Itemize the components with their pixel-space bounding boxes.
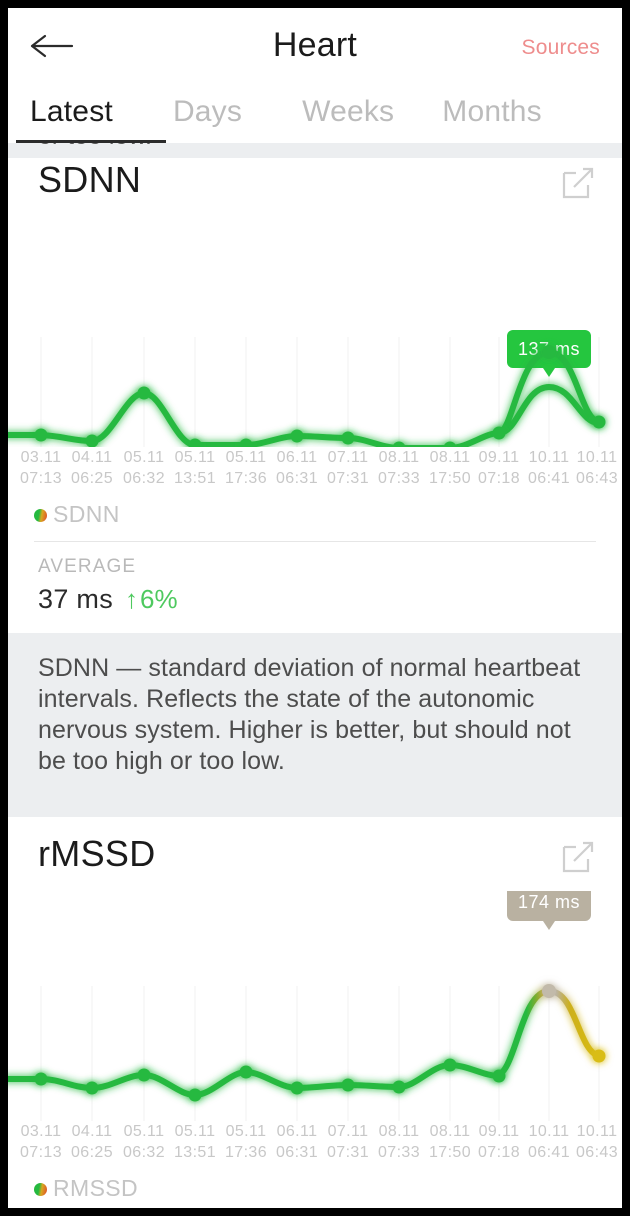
legend-color-dot-icon bbox=[34, 509, 47, 522]
sdnn-title: SDNN bbox=[38, 159, 142, 200]
app-screen: Heart Sources Latest Days Weeks Months o… bbox=[8, 8, 622, 1208]
arrow-up-icon: ↑ bbox=[125, 584, 139, 614]
rmssd-card: rMSSD 174 ms 03.11 07:13 04.11 06:25 05.… bbox=[8, 817, 622, 1208]
active-tab-indicator bbox=[16, 140, 166, 143]
sdnn-average-block: AVERAGE 37 ms ↑6% bbox=[8, 542, 622, 633]
sdnn-description: SDNN — standard deviation of normal hear… bbox=[8, 633, 622, 801]
rmssd-chart[interactable]: 174 ms bbox=[8, 891, 622, 1121]
open-in-new-icon[interactable] bbox=[560, 839, 596, 875]
navigation-bar: Heart Sources bbox=[8, 8, 622, 84]
sdnn-x-axis: 03.11 07:13 04.11 06:25 05.11 06:32 05.11 13… bbox=[8, 447, 622, 493]
sources-button[interactable]: Sources bbox=[522, 36, 600, 60]
rmssd-legend: RMSSD bbox=[8, 1167, 622, 1208]
svg-text:174 ms: 174 ms bbox=[518, 892, 580, 912]
sdnn-legend-label: SDNN bbox=[53, 501, 120, 527]
sdnn-average-label: AVERAGE bbox=[38, 556, 137, 577]
sdnn-legend: SDNN bbox=[8, 493, 622, 541]
sdnn-average-delta: ↑6% bbox=[125, 584, 178, 614]
tab-bar: Latest Days Weeks Months bbox=[8, 84, 622, 143]
x-tick: 10.11 06:43 bbox=[575, 449, 619, 487]
sdnn-average-value: 37 ms bbox=[38, 584, 114, 614]
sdnn-delta-value: 6% bbox=[140, 584, 178, 614]
rmssd-title: rMSSD bbox=[38, 833, 156, 874]
scroll-content[interactable]: SDNN 137 ms 03.11 07:13 04.11 06:25 05.1… bbox=[8, 143, 622, 1208]
rmssd-x-axis: 03.11 07:13 04.11 06:25 05.11 06:32 05.11 13… bbox=[8, 1121, 622, 1167]
section-gap bbox=[8, 801, 622, 817]
rmssd-legend-label: RMSSD bbox=[53, 1175, 139, 1201]
sdnn-average-row: 37 ms ↑6% bbox=[38, 584, 622, 615]
x-tick: 10.11 06:43 bbox=[575, 1123, 619, 1161]
rmssd-card-header: rMSSD bbox=[8, 817, 622, 891]
sdnn-card: SDNN 137 ms 03.11 07:13 04.11 06:25 05.1… bbox=[8, 143, 622, 633]
open-in-new-icon[interactable] bbox=[560, 165, 596, 201]
tab-months[interactable]: Months bbox=[442, 95, 542, 133]
legend-color-dot-icon bbox=[34, 1183, 47, 1196]
sdnn-chart[interactable]: 137 ms bbox=[8, 217, 622, 447]
tab-weeks[interactable]: Weeks bbox=[302, 95, 394, 133]
tab-latest[interactable]: Latest bbox=[30, 95, 113, 133]
tab-days[interactable]: Days bbox=[173, 95, 242, 133]
